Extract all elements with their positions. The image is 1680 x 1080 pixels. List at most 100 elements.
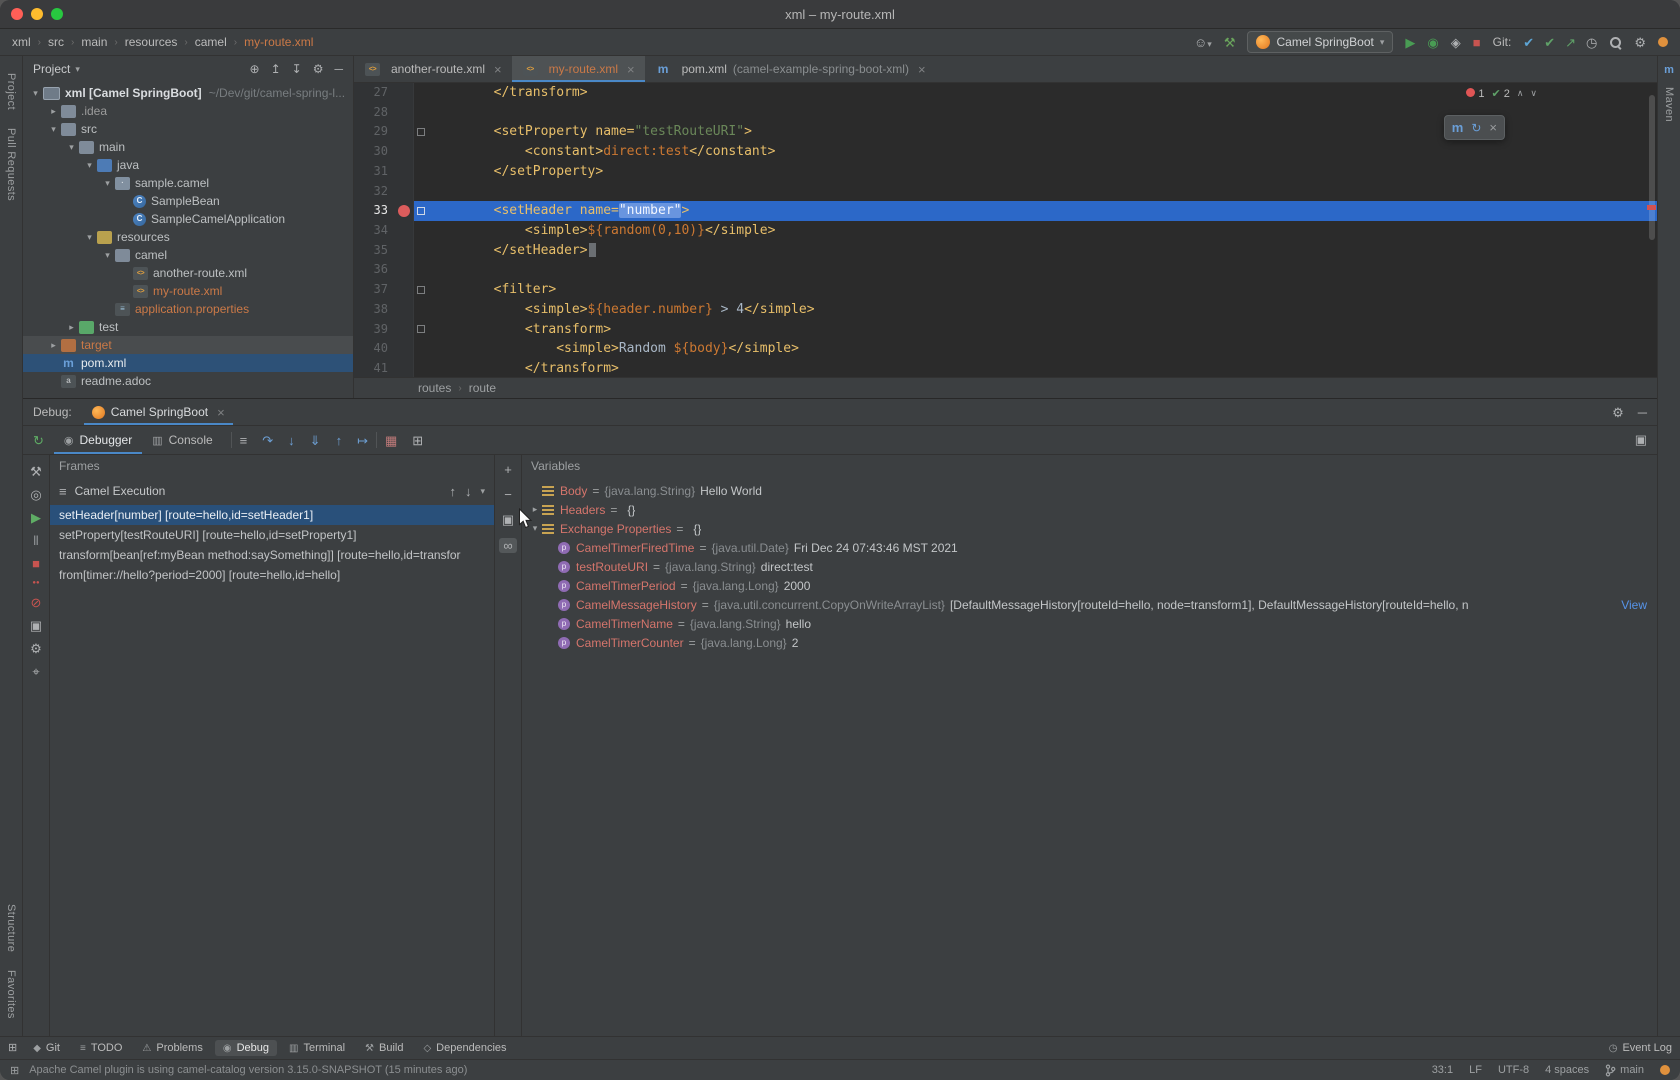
tree-item[interactable]: ▸target bbox=[23, 336, 353, 354]
chevron-down-icon[interactable]: ▾ bbox=[480, 486, 485, 497]
tool-tab-dependencies[interactable]: ◇Dependencies bbox=[415, 1040, 514, 1056]
tool-tab-todo[interactable]: ≡TODO bbox=[72, 1040, 130, 1056]
view-breakpoints-icon[interactable]: ●● bbox=[32, 580, 39, 586]
tree-item[interactable]: ▾xml [Camel SpringBoot]~/Dev/git/camel-s… bbox=[23, 84, 353, 102]
tree-toggle-icon[interactable]: ▸ bbox=[47, 340, 60, 351]
mute-breakpoints-icon[interactable]: ⊘ bbox=[31, 596, 42, 609]
settings-gear-icon[interactable]: ⚙ bbox=[1612, 406, 1624, 419]
variable-row[interactable]: pCamelTimerName={java.lang.String}hello bbox=[522, 614, 1657, 633]
file-encoding[interactable]: UTF-8 bbox=[1498, 1064, 1529, 1076]
minimize-icon[interactable]: ─ bbox=[1638, 406, 1647, 419]
variable-row[interactable]: pCamelMessageHistory={java.util.concurre… bbox=[522, 595, 1657, 614]
tree-item[interactable]: CSampleCamelApplication bbox=[23, 210, 353, 228]
gutter[interactable] bbox=[395, 182, 414, 202]
minimize-window-button[interactable] bbox=[31, 8, 43, 20]
stripe-item-project[interactable]: Project bbox=[5, 64, 17, 119]
settings-gear-icon[interactable]: ⚙ bbox=[1634, 36, 1646, 49]
gutter[interactable] bbox=[395, 103, 414, 123]
breadcrumb-item[interactable]: my-route.xml bbox=[244, 35, 313, 49]
coverage-icon[interactable]: ◈ bbox=[1451, 36, 1461, 49]
tool-tab-build[interactable]: ⚒Build bbox=[357, 1040, 411, 1056]
frame-item[interactable]: setHeader[number] [route=hello,id=setHea… bbox=[50, 505, 494, 525]
settings-gear-icon[interactable]: ⚙ bbox=[30, 642, 42, 655]
pause-icon[interactable]: Ⅱ bbox=[33, 534, 39, 547]
tab-console[interactable]: ▥ Console bbox=[142, 426, 222, 454]
tree-item[interactable]: ▾camel bbox=[23, 246, 353, 264]
resume-icon[interactable]: ▶ bbox=[31, 511, 41, 524]
scrollbar-thumb[interactable] bbox=[1649, 95, 1655, 240]
notifications-icon[interactable] bbox=[1658, 37, 1668, 47]
tool-windows-icon[interactable]: ⊞ bbox=[8, 1043, 17, 1054]
code-line[interactable]: 33 <setHeader name="number"> bbox=[354, 201, 1657, 221]
gutter[interactable] bbox=[395, 122, 414, 142]
close-window-button[interactable] bbox=[11, 8, 23, 20]
variable-row[interactable]: ptestRouteURI={java.lang.String}direct:t… bbox=[522, 557, 1657, 576]
tree-item[interactable]: ▾java bbox=[23, 156, 353, 174]
indent-info[interactable]: 4 spaces bbox=[1545, 1064, 1589, 1076]
fold-marker-icon[interactable] bbox=[414, 280, 427, 300]
build-hammer-icon[interactable]: ⚒ bbox=[1224, 36, 1236, 49]
tree-item[interactable]: <>my-route.xml bbox=[23, 282, 353, 300]
layout-settings-icon[interactable]: ▣ bbox=[1635, 432, 1647, 447]
history-icon[interactable]: ◷ bbox=[1586, 36, 1597, 49]
tree-item[interactable]: ▾src bbox=[23, 120, 353, 138]
editor-body[interactable]: 27 </transform>2829 <setProperty name="t… bbox=[354, 83, 1657, 377]
evaluate-expression-icon[interactable]: ⊞ bbox=[412, 434, 423, 447]
tree-item[interactable]: ▾main bbox=[23, 138, 353, 156]
watches-icon[interactable]: ◎ bbox=[30, 488, 41, 501]
gutter[interactable] bbox=[395, 320, 414, 340]
event-log-tab[interactable]: ◷ Event Log bbox=[1609, 1042, 1672, 1054]
run-config-selector[interactable]: Camel SpringBoot ▾ bbox=[1247, 31, 1393, 53]
inspections-widget[interactable]: 1 ✔2 ∧ ∨ bbox=[1466, 87, 1537, 100]
maven-reload-popup[interactable]: m ↻ × bbox=[1444, 115, 1505, 140]
users-icon[interactable]: ☺▾ bbox=[1194, 36, 1212, 49]
step-out-icon[interactable]: ↑ bbox=[336, 434, 343, 447]
tree-toggle-icon[interactable]: ▾ bbox=[47, 124, 60, 135]
variable-row[interactable]: pCamelTimerCounter={java.lang.Long}2 bbox=[522, 633, 1657, 652]
tool-tab-problems[interactable]: ⚠Problems bbox=[134, 1040, 210, 1056]
editor-tab[interactable]: <>my-route.xml× bbox=[512, 56, 645, 82]
close-tab-icon[interactable]: × bbox=[627, 62, 635, 77]
editor-tab[interactable]: <>another-route.xml× bbox=[354, 56, 512, 82]
tree-item[interactable]: ≡application.properties bbox=[23, 300, 353, 318]
gutter[interactable] bbox=[395, 300, 414, 320]
code-line[interactable]: 27 </transform> bbox=[354, 83, 1657, 103]
breadcrumb-item[interactable]: src bbox=[48, 35, 64, 49]
breadcrumb-item[interactable]: camel bbox=[195, 35, 227, 49]
tree-toggle-icon[interactable]: ▾ bbox=[65, 142, 78, 153]
remove-watch-icon[interactable]: − bbox=[504, 488, 512, 501]
code-line[interactable]: 34 <simple>${random(0,10)}</simple> bbox=[354, 221, 1657, 241]
zoom-window-button[interactable] bbox=[51, 8, 63, 20]
breakpoint-icon[interactable] bbox=[398, 205, 410, 217]
tree-toggle-icon[interactable]: ▾ bbox=[83, 232, 96, 243]
push-icon[interactable]: ↗ bbox=[1565, 36, 1576, 49]
git-branch-widget[interactable]: main bbox=[1605, 1064, 1644, 1077]
tree-item[interactable]: ▾·sample.camel bbox=[23, 174, 353, 192]
project-panel-title[interactable]: Project bbox=[33, 62, 70, 76]
fold-marker-icon[interactable] bbox=[414, 320, 427, 340]
code-line[interactable]: 31 </setProperty> bbox=[354, 162, 1657, 182]
search-icon[interactable] bbox=[1609, 36, 1622, 49]
debug-button[interactable]: ◉ bbox=[1427, 36, 1438, 49]
tool-windows-icon[interactable]: ⊞ bbox=[10, 1064, 19, 1077]
show-execution-point-icon[interactable]: ≡ bbox=[240, 434, 248, 447]
breadcrumb-item[interactable]: resources bbox=[125, 35, 178, 49]
close-icon[interactable]: × bbox=[1489, 120, 1497, 135]
tool-tab-debug[interactable]: ◉Debug bbox=[215, 1040, 277, 1056]
stripe-item-pull-requests[interactable]: Pull Requests bbox=[5, 119, 17, 210]
view-link[interactable]: View bbox=[1611, 598, 1647, 612]
thread-selector[interactable]: Camel Execution bbox=[75, 484, 166, 498]
code-line[interactable]: 36 bbox=[354, 260, 1657, 280]
tab-debugger[interactable]: ◉ Debugger bbox=[54, 426, 142, 454]
tree-toggle-icon[interactable]: ▸ bbox=[47, 106, 60, 117]
next-problem-icon[interactable]: ∨ bbox=[1530, 88, 1537, 99]
debug-session-tab[interactable]: Camel SpringBoot × bbox=[84, 399, 233, 425]
frame-item[interactable]: setProperty[testRouteURI] [route=hello,i… bbox=[50, 525, 494, 545]
tree-item[interactable]: mpom.xml bbox=[23, 354, 353, 372]
line-separator[interactable]: LF bbox=[1469, 1064, 1482, 1076]
commit-icon[interactable]: ✔ bbox=[1544, 36, 1555, 49]
settings-gear-icon[interactable]: ⚙ bbox=[313, 63, 324, 75]
step-over-icon[interactable]: ↷ bbox=[262, 434, 273, 447]
hide-panel-icon[interactable]: ─ bbox=[334, 63, 343, 75]
code-line[interactable]: 41 </transform> bbox=[354, 359, 1657, 377]
